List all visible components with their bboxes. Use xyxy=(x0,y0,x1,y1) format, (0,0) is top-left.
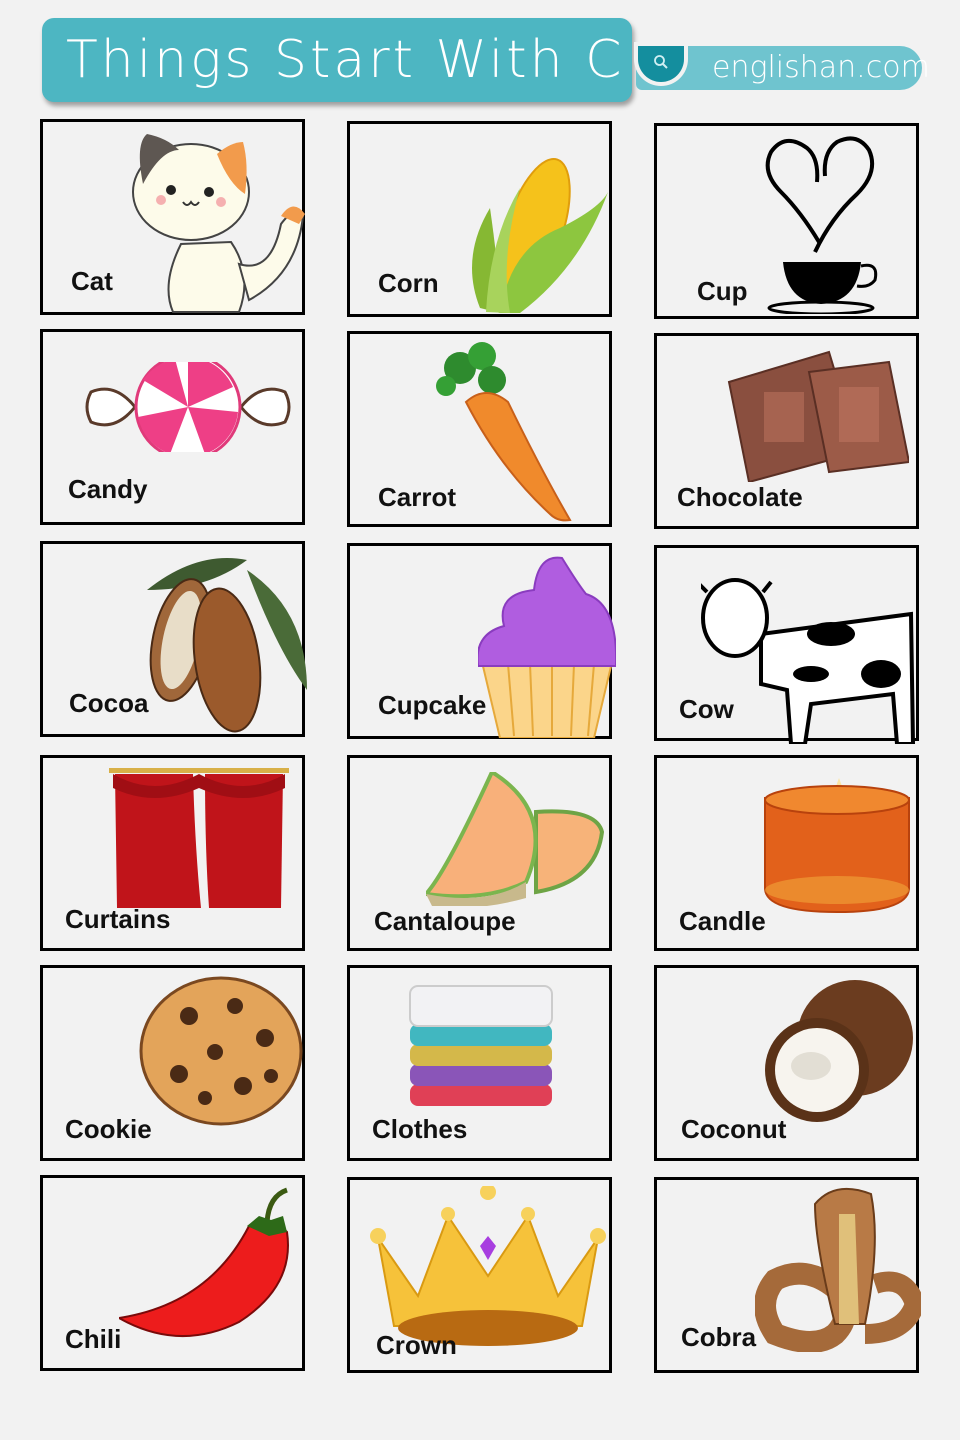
card-chili: Chili xyxy=(40,1175,305,1371)
card-label: Cat xyxy=(71,266,113,296)
candy-icon xyxy=(85,362,291,452)
cup-icon xyxy=(765,136,878,314)
site-url[interactable]: englishan.com xyxy=(712,48,930,88)
curtains-icon xyxy=(109,768,289,908)
card-label: Chocolate xyxy=(677,482,803,512)
card-cup: Cup xyxy=(654,123,919,319)
chocolate-icon xyxy=(727,350,909,482)
cat-icon xyxy=(132,134,305,313)
chili-icon xyxy=(119,1187,289,1337)
candle-icon xyxy=(764,778,910,914)
card-candle: Candle xyxy=(654,755,919,951)
card-cow: Cow xyxy=(654,545,919,744)
card-cupcake: Cupcake xyxy=(347,543,616,739)
card-cocoa: Cocoa xyxy=(40,541,307,737)
card-label: Chili xyxy=(65,1324,122,1354)
coconut-icon xyxy=(765,980,913,1122)
cantaloupe-icon xyxy=(426,772,605,906)
card-label: Cow xyxy=(679,694,734,724)
card-label: Carrot xyxy=(378,482,457,512)
card-cobra: Cobra xyxy=(654,1177,921,1373)
card-carrot: Carrot xyxy=(347,331,612,527)
cobra-icon xyxy=(755,1187,921,1352)
card-corn: Corn xyxy=(347,121,612,317)
card-label: Cantaloupe xyxy=(374,906,516,936)
card-label: Clothes xyxy=(372,1114,468,1144)
card-cookie: Cookie xyxy=(40,965,305,1161)
cookie-icon xyxy=(139,976,303,1126)
card-label: Candle xyxy=(679,906,766,936)
card-label: Coconut xyxy=(681,1114,787,1144)
cupcake-icon xyxy=(478,556,616,738)
clothes-icon xyxy=(409,985,553,1106)
card-cat: Cat xyxy=(40,119,305,315)
card-label: Cupcake xyxy=(378,690,487,720)
card-chocolate: Chocolate xyxy=(654,333,919,529)
card-label: Corn xyxy=(378,268,439,298)
card-curtains: Curtains xyxy=(40,755,305,951)
cocoa-icon xyxy=(147,558,307,733)
card-clothes: Clothes xyxy=(347,965,612,1161)
card-label: Crown xyxy=(376,1330,457,1360)
card-label: Cocoa xyxy=(69,688,149,718)
card-crown: Crown xyxy=(347,1177,612,1373)
card-cantaloupe: Cantaloupe xyxy=(347,755,612,951)
card-label: Cobra xyxy=(681,1322,757,1352)
card-coconut: Coconut xyxy=(654,965,919,1161)
card-label: Candy xyxy=(68,474,148,504)
page-title: Things Start With C xyxy=(66,30,625,90)
title-banner: Things Start With C xyxy=(42,18,632,102)
card-label: Curtains xyxy=(65,904,171,934)
corn-icon xyxy=(472,157,608,313)
crown-icon xyxy=(370,1186,606,1346)
card-label: Cookie xyxy=(65,1114,152,1144)
card-label: Cup xyxy=(697,276,748,306)
card-candy: Candy xyxy=(40,329,305,525)
